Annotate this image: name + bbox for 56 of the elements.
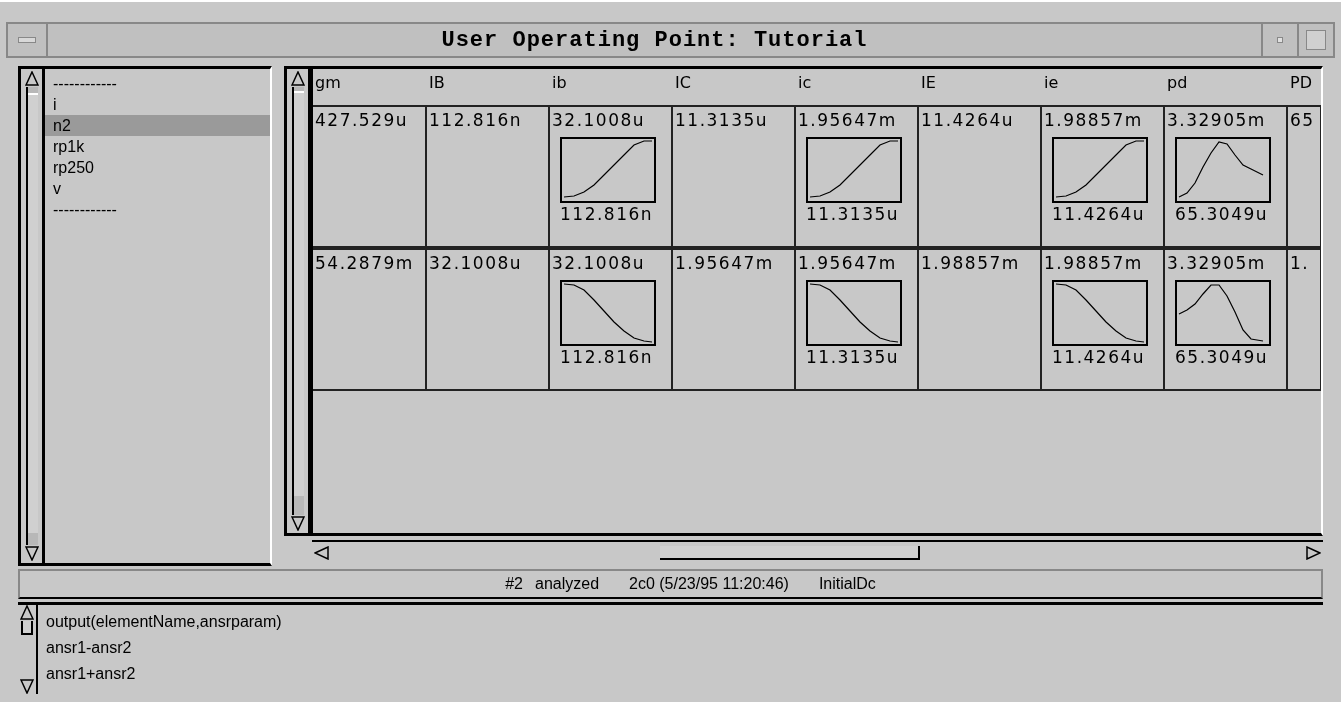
table-cell: 427.529u xyxy=(313,107,427,248)
column-header: ib xyxy=(551,72,568,94)
status-text: #2 xyxy=(505,574,523,594)
scroll-thumb[interactable] xyxy=(21,621,33,635)
status-text: InitialDc xyxy=(818,574,876,594)
table-cell: 1.95647m 11.3135u xyxy=(796,107,919,248)
list-item[interactable]: rp1k xyxy=(45,136,270,157)
table-cell: 3.32905m 65.3049u xyxy=(1165,107,1288,248)
list-item[interactable]: v xyxy=(45,178,270,199)
table-cell: 54.2879m xyxy=(313,250,427,391)
dash-icon xyxy=(18,37,36,43)
maximize-icon xyxy=(1306,30,1326,50)
scroll-up-arrow-icon[interactable] xyxy=(24,71,39,87)
table-cell: 1.95647m xyxy=(673,250,796,391)
column-header: gm xyxy=(314,72,342,94)
scroll-down-arrow-icon[interactable] xyxy=(20,678,34,694)
list-item[interactable]: n2 xyxy=(45,115,270,136)
column-header: IC xyxy=(674,72,692,94)
output-line: ansr1-ansr2 xyxy=(46,638,133,658)
window-title: User Operating Point: Tutorial xyxy=(441,26,868,55)
column-header: IB xyxy=(428,72,446,94)
status-text: 2c0 (5/23/95 11:20:46) xyxy=(629,574,789,594)
output-line: ansr1+ansr2 xyxy=(46,664,137,684)
list-item[interactable]: i xyxy=(45,94,270,115)
table-cell: 1.98857m 11.4264u xyxy=(1042,250,1165,391)
column-header: PD xyxy=(1289,72,1313,94)
scroll-thumb[interactable] xyxy=(660,546,920,560)
table-cell: 1.98857m xyxy=(919,250,1042,391)
table-cell: 65 xyxy=(1288,107,1321,248)
scroll-right-arrow-icon[interactable] xyxy=(1305,546,1321,560)
minimize-icon xyxy=(1277,37,1283,43)
vertical-scrollbar[interactable] xyxy=(18,605,38,694)
list-item[interactable]: ------------ xyxy=(45,199,270,220)
scroll-down-arrow-icon[interactable] xyxy=(290,515,305,531)
output-line: output(elementName,ansrparam) xyxy=(46,612,283,632)
list-item[interactable]: rp250 xyxy=(45,157,270,178)
table-cell: 32.1008u 112.816n xyxy=(550,250,673,391)
table-cell: 1. xyxy=(1288,250,1321,391)
table-cell: 11.3135u xyxy=(673,107,796,248)
list-item[interactable]: ------------ xyxy=(45,73,270,94)
table-cell: 1.98857m 11.4264u xyxy=(1042,107,1165,248)
table-cell: 32.1008u xyxy=(427,250,550,391)
scroll-left-arrow-icon[interactable] xyxy=(314,546,330,560)
table-cell: 1.95647m 11.3135u xyxy=(796,250,919,391)
column-header: IE xyxy=(920,72,937,94)
scroll-down-arrow-icon[interactable] xyxy=(24,545,39,561)
table-cell: 112.816n xyxy=(427,107,550,248)
column-header: pd xyxy=(1166,72,1189,94)
table-cell: 3.32905m 65.3049u xyxy=(1165,250,1288,391)
scroll-up-arrow-icon[interactable] xyxy=(20,605,34,621)
column-header: ie xyxy=(1043,72,1060,94)
status-text: analyzed xyxy=(535,574,600,594)
column-header: ic xyxy=(797,72,813,94)
table-cell: 11.4264u xyxy=(919,107,1042,248)
scroll-up-arrow-icon[interactable] xyxy=(290,71,305,87)
table-cell: 32.1008u 112.816n xyxy=(550,107,673,248)
